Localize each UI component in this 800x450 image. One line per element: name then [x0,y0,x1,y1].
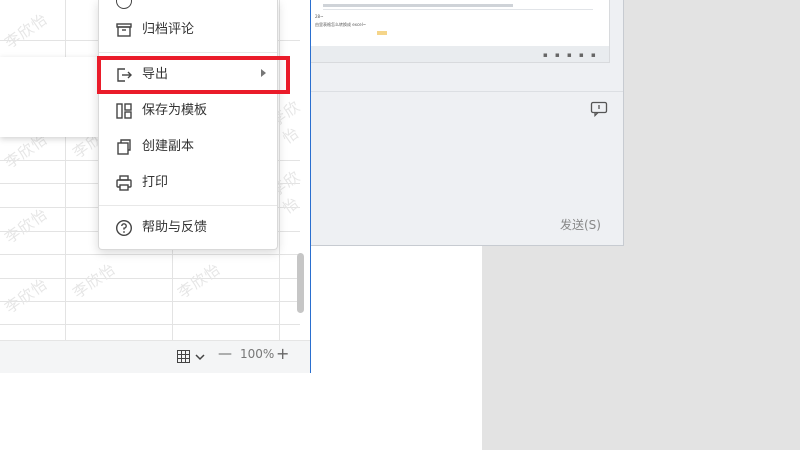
watermark: 李欣怡 [1,274,52,318]
menu-item-label: 归档评论 [142,22,195,37]
top-item-icon [116,0,132,9]
comment-icon[interactable] [590,101,608,118]
send-button[interactable]: 发送(S) [560,216,601,233]
menu-item-archive-comments[interactable]: 归档评论 [99,15,277,45]
menu-item-save-as-template[interactable]: 保存为模板 [99,96,277,126]
menu-item-create-copy[interactable]: 创建副本 [99,132,277,162]
menu-item-label: 创建副本 [142,139,195,154]
menu-item-label: 帮助与反馈 [142,220,208,235]
watermark: 李欣怡 [1,9,52,53]
help-icon [115,219,133,237]
menu-item-label: 打印 [142,175,169,190]
print-icon [115,174,133,192]
context-menu: 归档评论 导出 保存为模板 创建副本 打印 帮助与反馈 [98,0,278,250]
archive-icon [115,21,133,39]
thumb-taskbar: ▪ ▪ ▪ ▪ ▪ [311,46,609,62]
zoom-level[interactable]: 100% [240,347,274,361]
menu-item-print[interactable]: 打印 [99,168,277,198]
copy-icon [115,138,133,156]
watermark: 李欣怡 [174,259,225,303]
vertical-scrollbar[interactable] [297,253,304,313]
chat-divider [300,91,623,92]
watermark: 李欣怡 [69,259,120,303]
thumb-text-1: 28~ [315,14,324,19]
template-icon [115,102,133,120]
watermark: 李欣怡 [1,204,52,248]
highlight-box [97,56,290,94]
screenshot-thumbnail[interactable]: 28~ 由里表格怎么转换成 excel~ ▪ ▪ ▪ ▪ ▪ [310,0,610,63]
grid-view-icon[interactable] [177,348,190,363]
zoom-in-button[interactable]: + [276,344,289,363]
menu-item-help-feedback[interactable]: 帮助与反馈 [99,213,277,243]
zoom-out-button[interactable]: — [218,346,232,362]
menu-item-label: 保存为模板 [142,103,208,118]
thumb-text-2: 由里表格怎么转换成 excel~ [315,22,367,27]
chevron-down-icon[interactable] [195,348,205,361]
side-panel [0,57,98,137]
